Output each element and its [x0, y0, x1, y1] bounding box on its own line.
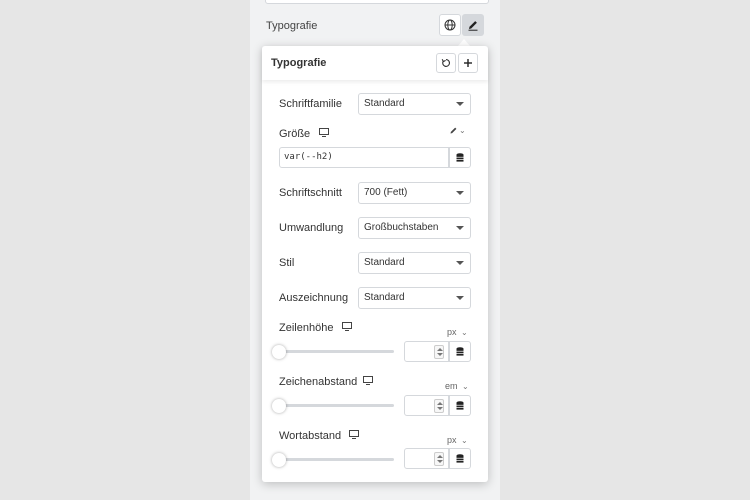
- letter-spacing-slider[interactable]: [276, 404, 394, 407]
- chevron-down-icon: ⌄: [459, 126, 466, 135]
- database-icon: [456, 152, 464, 162]
- word-spacing-unit: px: [447, 435, 457, 445]
- globe-icon: [444, 19, 456, 31]
- word-spacing-label: Wortabstand: [279, 430, 342, 442]
- previous-control-field[interactable]: [265, 0, 489, 4]
- letter-spacing-unit: em: [445, 381, 458, 391]
- chevron-down-icon: ⌄: [461, 382, 469, 391]
- pencil-icon: [468, 21, 478, 31]
- text-decoration-value: Standard: [364, 292, 405, 303]
- letter-spacing-dynamic-data-button[interactable]: [449, 395, 471, 416]
- font-weight-select[interactable]: 700 (Fett): [358, 182, 471, 204]
- chevron-down-icon: [456, 226, 464, 230]
- database-icon: [456, 346, 464, 356]
- word-spacing-stepper[interactable]: [434, 452, 444, 466]
- plus-icon: [464, 59, 472, 67]
- line-height-slider-handle[interactable]: [272, 345, 286, 359]
- global-typography-button[interactable]: [439, 14, 461, 36]
- letter-spacing-input[interactable]: [404, 395, 449, 416]
- word-spacing-dynamic-data-button[interactable]: [449, 448, 471, 469]
- chevron-down-icon: [456, 102, 464, 106]
- text-transform-value: Großbuchstaben: [364, 222, 439, 233]
- line-height-stepper[interactable]: [434, 345, 444, 359]
- size-unit-selector[interactable]: ⌄: [449, 126, 466, 135]
- chevron-down-icon: ⌄: [460, 436, 468, 445]
- reset-button[interactable]: [436, 53, 456, 73]
- font-family-value: Standard: [364, 98, 405, 109]
- text-transform-select[interactable]: Großbuchstaben: [358, 217, 471, 239]
- letter-spacing-slider-handle[interactable]: [272, 399, 286, 413]
- monitor-icon[interactable]: [342, 322, 352, 331]
- popover-header: Typografie: [262, 46, 488, 80]
- database-icon: [456, 400, 464, 410]
- letter-spacing-stepper[interactable]: [434, 399, 444, 413]
- line-height-dynamic-data-button[interactable]: [449, 341, 471, 362]
- monitor-icon[interactable]: [349, 430, 359, 439]
- size-input[interactable]: var(--h2): [279, 147, 449, 168]
- font-style-select[interactable]: Standard: [358, 252, 471, 274]
- chevron-down-icon: [456, 261, 464, 265]
- typography-section-label: Typografie: [266, 20, 318, 32]
- size-dynamic-data-button[interactable]: [449, 147, 471, 168]
- line-height-unit: px: [447, 327, 457, 337]
- chevron-down-icon: [456, 296, 464, 300]
- font-family-select[interactable]: Standard: [358, 93, 471, 115]
- popover-caret: [458, 39, 470, 46]
- edit-typography-button[interactable]: [462, 14, 484, 36]
- line-height-unit-selector[interactable]: px ⌄: [447, 322, 468, 340]
- font-weight-value: 700 (Fett): [364, 187, 408, 198]
- monitor-icon[interactable]: [319, 128, 329, 137]
- database-icon: [456, 453, 464, 463]
- size-label: Größe: [279, 128, 311, 140]
- line-height-label: Zeilenhöhe: [279, 322, 334, 334]
- typography-popover: Typografie Schriftfamilie Standard Größe…: [262, 46, 488, 482]
- word-spacing-slider-handle[interactable]: [272, 453, 286, 467]
- text-decoration-select[interactable]: Standard: [358, 287, 471, 309]
- pencil-icon: [450, 127, 457, 134]
- word-spacing-unit-selector[interactable]: px ⌄: [447, 430, 468, 448]
- reset-icon: [441, 58, 450, 67]
- chevron-down-icon: [456, 191, 464, 195]
- monitor-icon[interactable]: [363, 376, 373, 385]
- chevron-down-icon: ⌄: [460, 328, 468, 337]
- line-height-slider[interactable]: [276, 350, 394, 353]
- font-family-label: Schriftfamilie: [279, 98, 342, 110]
- word-spacing-input[interactable]: [404, 448, 449, 469]
- line-height-input[interactable]: [404, 341, 449, 362]
- font-weight-label: Schriftschnitt: [279, 187, 342, 199]
- font-style-label: Stil: [279, 257, 295, 269]
- word-spacing-slider[interactable]: [276, 458, 394, 461]
- add-button[interactable]: [458, 53, 478, 73]
- popover-title: Typografie: [271, 57, 327, 69]
- letter-spacing-unit-selector[interactable]: em ⌄: [445, 376, 469, 394]
- font-style-value: Standard: [364, 257, 405, 268]
- text-transform-label: Umwandlung: [279, 222, 344, 234]
- text-decoration-label: Auszeichnung: [279, 292, 349, 304]
- letter-spacing-label: Zeichenabstand: [279, 376, 358, 388]
